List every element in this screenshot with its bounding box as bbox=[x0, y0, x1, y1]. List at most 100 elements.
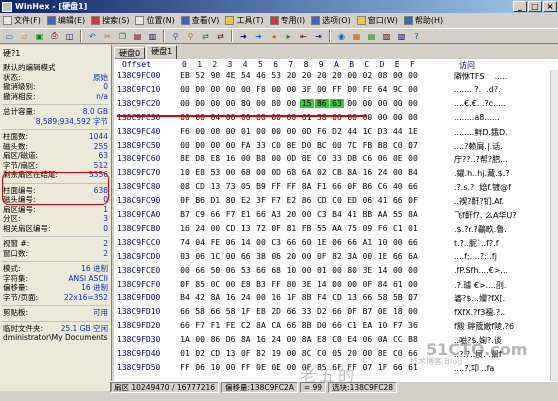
hex-byte[interactable]: 04 bbox=[193, 238, 207, 247]
hex-byte[interactable]: 06 bbox=[376, 154, 390, 163]
hex-byte[interactable]: 06 bbox=[224, 266, 238, 275]
hex-byte[interactable]: 00 bbox=[224, 127, 238, 136]
hex-byte[interactable]: 20 bbox=[284, 210, 298, 219]
row-text[interactable]: t.?..胒`..f?.f bbox=[454, 238, 499, 249]
hex-byte[interactable]: 00 bbox=[224, 168, 238, 177]
hex-byte[interactable]: 63 bbox=[330, 98, 344, 108]
hex-byte[interactable]: B6 bbox=[193, 196, 207, 205]
hex-byte[interactable]: 0D bbox=[269, 168, 283, 177]
hex-byte[interactable]: 16 bbox=[254, 335, 268, 344]
hex-byte[interactable]: 07 bbox=[406, 141, 420, 150]
hex-byte[interactable]: 00 bbox=[284, 349, 298, 358]
hex-byte[interactable]: EA bbox=[360, 321, 374, 330]
hex-byte[interactable]: 9C bbox=[391, 85, 405, 94]
hex-byte[interactable]: B8 bbox=[254, 154, 268, 163]
hex-byte[interactable]: 00 bbox=[406, 307, 420, 316]
hex-byte[interactable]: 00 bbox=[193, 141, 207, 150]
hex-row[interactable]: 138C9FCB0 16 24 00 CD 13 72 0F 81 FB 55 AA 75 09 F6 C1 0… bbox=[114, 224, 558, 236]
hex-byte[interactable]: 00 bbox=[330, 280, 344, 289]
hex-byte[interactable]: 00 bbox=[224, 363, 238, 372]
menu-item-6[interactable]: 专用(I) bbox=[267, 14, 309, 26]
hex-byte[interactable]: 06 bbox=[360, 196, 374, 205]
hex-byte[interactable]: F6 bbox=[178, 127, 192, 136]
hex-byte[interactable]: 00 bbox=[178, 266, 192, 275]
hex-byte[interactable]: 00 bbox=[178, 141, 192, 150]
goto-icon[interactable]: ➜ bbox=[237, 30, 250, 43]
hex-row[interactable]: 138C9FC20 00 00 00 00 80 00 80 00 15 86 63 00 00 00 00 0… bbox=[114, 98, 558, 111]
hex-byte[interactable]: 00 bbox=[406, 154, 420, 163]
hex-byte[interactable]: 8E bbox=[376, 349, 390, 358]
hex-byte[interactable]: 8A bbox=[300, 182, 314, 191]
hex-byte[interactable]: 3F bbox=[300, 85, 314, 94]
hex-byte[interactable]: 66 bbox=[360, 293, 374, 302]
hex-byte[interactable]: 0A bbox=[376, 335, 390, 344]
hex-editor[interactable]: Offset 0 1 2 3 4 5 6 7 8 9 A B C D E F 访问 138C9FC00 EB 52 90… bbox=[114, 59, 558, 381]
hex-byte[interactable]: 0F bbox=[345, 307, 359, 316]
hex-byte[interactable]: 0F bbox=[406, 196, 420, 205]
hex-byte[interactable]: A1 bbox=[360, 238, 374, 247]
hex-byte[interactable]: 00 bbox=[193, 99, 207, 108]
hex-byte[interactable]: 86 bbox=[314, 98, 329, 108]
hex-row[interactable]: 138C9FCD0 03 06 1C 00 66 3B 06 20 00 0F 82 3A 00 1E 66 6… bbox=[114, 252, 558, 264]
hex-row[interactable]: 138C9FC70 10 E8 53 00 68 00 0D 68 6A 02 CB 8A 16 24 00 B… bbox=[114, 168, 558, 180]
hex-byte[interactable]: 00 bbox=[254, 293, 268, 302]
row-text[interactable]: 碆?$...嬽?fX[. bbox=[454, 293, 505, 304]
hex-byte[interactable]: FF bbox=[178, 363, 192, 372]
hex-byte[interactable]: F7 bbox=[224, 210, 238, 219]
last-icon[interactable]: ⇥ bbox=[312, 30, 325, 43]
row-text[interactable]: f黢 聤蔲嬓f陵.?6 bbox=[454, 321, 514, 332]
forward-icon[interactable]: ▸ bbox=[282, 30, 295, 43]
hex-byte[interactable]: 64 bbox=[376, 85, 390, 94]
hex-byte[interactable]: 24 bbox=[376, 168, 390, 177]
hex-byte[interactable]: 1F bbox=[239, 307, 253, 316]
hex-byte[interactable]: AA bbox=[330, 224, 344, 233]
minimize-button[interactable]: _ bbox=[513, 1, 527, 12]
row-text[interactable]: ..褉?鼾?钔.Af. bbox=[454, 196, 504, 207]
hex-byte[interactable]: 0E bbox=[254, 363, 268, 372]
hex-byte[interactable]: 06 bbox=[193, 252, 207, 261]
hex-byte[interactable]: 8A bbox=[406, 210, 420, 219]
hex-byte[interactable]: 20 bbox=[284, 71, 298, 80]
hex-byte[interactable]: 5B bbox=[391, 293, 405, 302]
hex-byte[interactable]: 00 bbox=[284, 127, 298, 136]
disk-icon[interactable]: ◉ bbox=[335, 30, 348, 43]
hex-byte[interactable]: 02 bbox=[360, 71, 374, 80]
hex-byte[interactable]: 80 bbox=[239, 99, 253, 108]
hex-byte[interactable]: 00 bbox=[193, 127, 207, 136]
hex-byte[interactable]: B4 bbox=[330, 210, 344, 219]
hex-byte[interactable]: 20 bbox=[284, 252, 298, 261]
properties-icon[interactable]: ◫ bbox=[63, 30, 76, 43]
hex-byte[interactable]: 00 bbox=[345, 71, 359, 80]
hex-byte[interactable]: 14 bbox=[315, 280, 329, 289]
hex-byte[interactable]: 20 bbox=[330, 71, 344, 80]
hex-byte[interactable]: 0E bbox=[269, 363, 283, 372]
hex-byte[interactable]: F4 bbox=[315, 293, 329, 302]
hex-byte[interactable]: 80 bbox=[269, 99, 283, 108]
hex-byte[interactable]: 00 bbox=[360, 252, 374, 261]
hex-byte[interactable]: 00 bbox=[193, 85, 207, 94]
hex-byte[interactable]: 82 bbox=[330, 252, 344, 261]
hex-byte[interactable]: 20 bbox=[315, 71, 329, 80]
hex-byte[interactable]: ED bbox=[345, 196, 359, 205]
hex-byte[interactable]: 00 bbox=[208, 141, 222, 150]
hex-byte[interactable]: CA bbox=[269, 321, 283, 330]
hex-byte[interactable]: E8 bbox=[239, 280, 253, 289]
hex-row[interactable]: 138C9FC80 08 CD 13 73 05 B9 FF FF 8A F1 66 0F B6 C6 40 6… bbox=[114, 182, 558, 194]
hex-byte[interactable]: FA bbox=[239, 141, 253, 150]
hex-byte[interactable]: 15 bbox=[299, 98, 314, 108]
hex-byte[interactable]: 00 bbox=[208, 224, 222, 233]
hex-byte[interactable]: BB bbox=[360, 210, 374, 219]
hex-row[interactable]: 138C9FCC0 74 04 FE 06 14 00 C3 66 60 1E 06 66 A1 10 00 6… bbox=[114, 238, 558, 250]
hex-byte[interactable]: 73 bbox=[224, 182, 238, 191]
hex-byte[interactable]: 08 bbox=[376, 71, 390, 80]
hex-byte[interactable]: 00 bbox=[284, 99, 298, 108]
hex-byte[interactable]: 3B bbox=[254, 252, 268, 261]
hex-byte[interactable]: 00 bbox=[208, 85, 222, 94]
paste-icon[interactable]: ▤ bbox=[131, 30, 144, 43]
ram-icon[interactable]: ▦ bbox=[350, 30, 363, 43]
hex-byte[interactable]: 16 bbox=[224, 154, 238, 163]
hex-byte[interactable]: 8A bbox=[208, 293, 222, 302]
hex-byte[interactable]: 13 bbox=[239, 224, 253, 233]
hex-byte[interactable]: 50 bbox=[208, 266, 222, 275]
hex-byte[interactable]: 14 bbox=[239, 238, 253, 247]
